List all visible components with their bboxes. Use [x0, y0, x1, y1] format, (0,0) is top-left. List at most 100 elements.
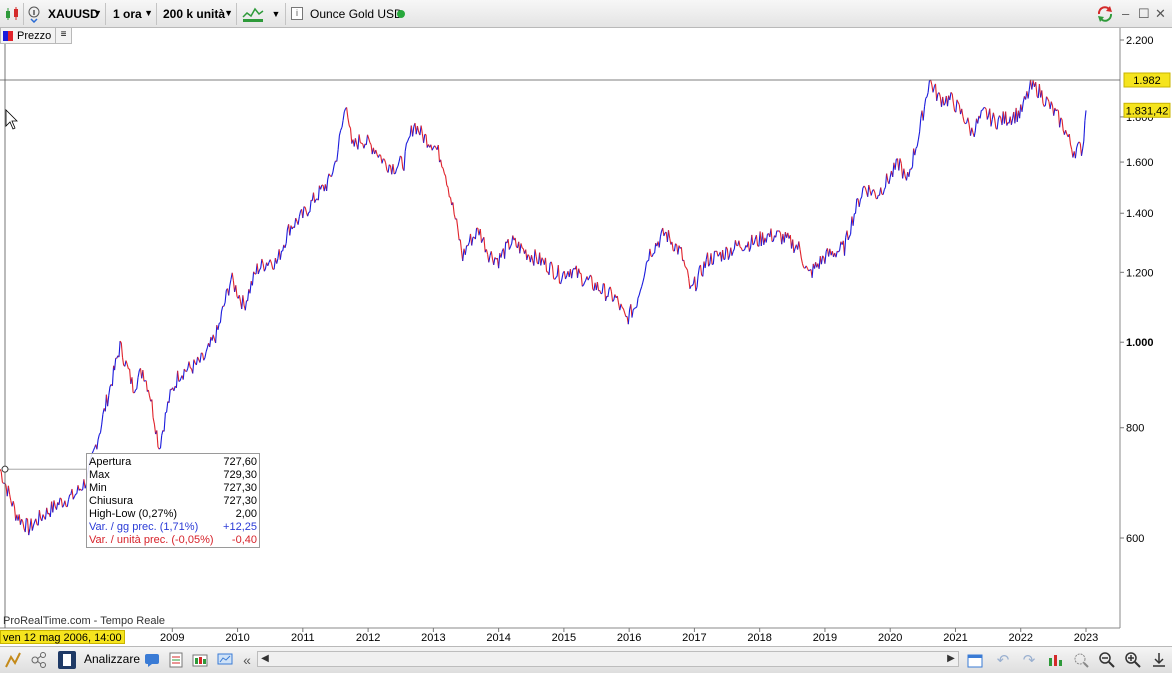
analyze-icon[interactable]	[58, 651, 76, 669]
redo-icon[interactable]: ↷	[1020, 651, 1038, 669]
chevron-down-icon[interactable]: ▼	[268, 3, 284, 25]
portfolio-icon[interactable]	[191, 651, 209, 669]
minimize-icon[interactable]: –	[1122, 6, 1129, 21]
close-icon[interactable]: ✕	[1155, 6, 1166, 22]
price-segment	[42, 514, 45, 518]
price-segment	[218, 322, 221, 324]
orders-icon[interactable]	[167, 651, 185, 669]
price-segment	[251, 271, 255, 286]
price-segment	[554, 277, 557, 280]
info-row-value: 727,30	[223, 495, 257, 507]
info-hand-icon[interactable]	[25, 3, 43, 25]
chart-style-icon[interactable]	[241, 3, 265, 25]
price-segment	[977, 115, 980, 124]
price-segment	[159, 435, 163, 448]
price-segment	[1050, 101, 1054, 106]
price-segment	[143, 380, 146, 382]
price-segment	[863, 185, 866, 189]
undo-icon[interactable]: ↶	[994, 651, 1012, 669]
calendar-icon[interactable]	[966, 651, 984, 669]
price-segment	[1068, 134, 1072, 145]
price-segment	[753, 238, 756, 244]
price-segment	[748, 247, 752, 252]
screen-icon[interactable]	[216, 651, 234, 669]
price-segment	[555, 275, 558, 278]
zoom-box-icon[interactable]	[1072, 651, 1090, 669]
drawing-tools-icon[interactable]	[4, 651, 22, 669]
price-segment	[24, 518, 27, 533]
price-segment	[83, 479, 86, 489]
list-icon[interactable]: ≡	[55, 28, 72, 44]
price-segment	[490, 251, 494, 260]
share-icon[interactable]	[30, 651, 48, 669]
x-tick-label: 2018	[747, 632, 771, 644]
price-segment	[440, 159, 443, 168]
price-segment	[449, 196, 451, 198]
price-segment	[888, 177, 891, 184]
price-segment	[349, 128, 353, 144]
info-row-label: Chiusura	[89, 495, 134, 507]
price-segment	[961, 108, 964, 117]
price-segment	[330, 172, 334, 177]
price-segment	[716, 250, 719, 257]
price-segment	[601, 283, 604, 294]
price-segment	[1061, 119, 1064, 131]
price-segment	[285, 229, 288, 244]
price-segment	[235, 285, 238, 297]
price-chart[interactable]: 2.2001.8001.6001.4001.2001.000800600 200…	[0, 28, 1172, 646]
price-segment	[868, 184, 871, 191]
download-icon[interactable]	[1150, 651, 1168, 669]
legend-tab[interactable]: Prezzo	[0, 28, 57, 44]
price-segment	[932, 86, 935, 93]
price-segment	[261, 258, 264, 264]
price-segment	[726, 248, 729, 260]
price-segment	[396, 165, 399, 170]
sync-icon[interactable]	[1094, 3, 1116, 25]
price-segment	[820, 255, 824, 265]
info-row: Min 727,30	[89, 482, 257, 495]
zoom-out-icon[interactable]	[1098, 651, 1116, 669]
crosshair-price-tag: 1.982	[1133, 75, 1161, 87]
price-segment	[712, 251, 716, 265]
price-segment	[520, 243, 523, 249]
price-segment	[811, 263, 814, 278]
price-segment	[580, 273, 583, 287]
info-row: Max 729,30	[89, 469, 257, 482]
price-segment	[456, 218, 459, 229]
price-segment	[358, 134, 361, 143]
price-segment	[121, 357, 125, 366]
price-segment	[999, 115, 1002, 118]
candlestick-icon[interactable]	[2, 3, 22, 25]
x-tick-label: 2021	[943, 632, 967, 644]
price-segment	[776, 230, 779, 232]
info-icon[interactable]: i	[291, 7, 303, 20]
chat-icon[interactable]	[143, 651, 161, 669]
price-segment	[509, 243, 513, 247]
price-segment	[114, 358, 117, 371]
collapse-icon[interactable]: «	[238, 651, 256, 669]
timeframe-select[interactable]: 1 ora ▼	[109, 3, 157, 25]
price-segment	[0, 471, 3, 483]
price-segment	[13, 506, 17, 521]
price-segment	[73, 493, 77, 498]
symbol-select[interactable]: XAUUSD ▼	[44, 3, 106, 25]
price-segment	[111, 365, 115, 386]
units-select[interactable]: 200 k unità ▼	[159, 3, 237, 25]
price-segment	[622, 308, 626, 314]
price-segment	[99, 424, 103, 433]
price-segment	[1055, 109, 1058, 112]
analyze-label[interactable]: Analizzare	[84, 652, 140, 666]
time-scrollbar[interactable]: ◀ ▶	[257, 651, 959, 667]
price-segment	[854, 198, 858, 214]
price-segment	[204, 351, 207, 359]
price-segment	[381, 158, 384, 164]
price-segment	[405, 140, 409, 144]
mouse-cursor-icon	[5, 109, 18, 130]
scroll-right-icon[interactable]: ▶	[944, 652, 958, 666]
zoom-in-icon[interactable]	[1124, 651, 1142, 669]
x-tick-label: 2009	[160, 632, 184, 644]
y-tick-label: 1.400	[1126, 208, 1154, 220]
indicators-icon[interactable]	[1046, 651, 1064, 669]
scroll-left-icon[interactable]: ◀	[258, 652, 272, 666]
maximize-icon[interactable]: ☐	[1138, 6, 1150, 22]
